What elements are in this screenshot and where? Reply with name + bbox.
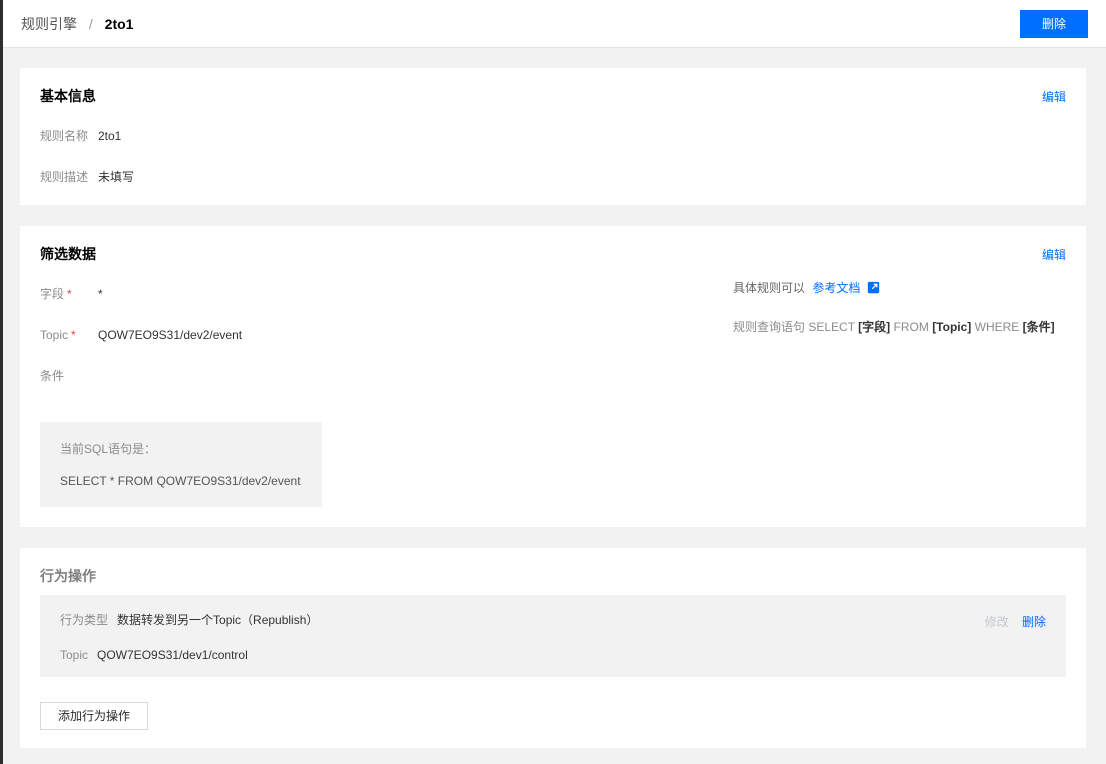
filter-data-card: 筛选数据 编辑 字段* * Topic* QOW7EO9S31/dev2/eve… bbox=[20, 226, 1086, 527]
rule-hint-column: 具体规则可以 参考文档 规则查询语句 SELECT [字段] FROM [Top… bbox=[733, 281, 1055, 334]
basic-info-edit-link[interactable]: 编辑 bbox=[1042, 88, 1066, 105]
action-type-value: 数据转发到另一个Topic（Republish） bbox=[117, 613, 318, 627]
current-sql-statement: SELECT * FROM QOW7EO9S31/dev2/event bbox=[60, 474, 302, 488]
breadcrumb: 规则引擎 / 2to1 bbox=[21, 15, 133, 33]
query-placeholder-topic: [Topic] bbox=[932, 320, 971, 334]
query-hint: 规则查询语句 SELECT [字段] FROM [Topic] WHERE [条… bbox=[733, 320, 1055, 334]
action-topic-label: Topic bbox=[60, 648, 88, 662]
topic-label: Topic* bbox=[40, 328, 98, 342]
current-sql-box: 当前SQL语句是： SELECT * FROM QOW7EO9S31/dev2/… bbox=[40, 422, 322, 507]
action-item: 行为类型 数据转发到另一个Topic（Republish） Topic QOW7… bbox=[40, 595, 1066, 677]
select-field-value: * bbox=[98, 287, 103, 301]
rule-desc-label: 规则描述 bbox=[40, 170, 98, 184]
action-item-links: 修改 删除 bbox=[975, 613, 1046, 630]
actions-title: 行为操作 bbox=[40, 568, 96, 584]
basic-info-card: 基本信息 编辑 规则名称 2to1 规则描述 未填写 bbox=[20, 68, 1086, 205]
doc-hint-prefix: 具体规则可以 bbox=[733, 281, 805, 295]
basic-info-title: 基本信息 bbox=[40, 88, 96, 104]
action-modify-link[interactable]: 修改 bbox=[985, 615, 1009, 629]
rule-name-value: 2to1 bbox=[98, 129, 121, 143]
rule-desc-row: 规则描述 未填写 bbox=[40, 170, 1066, 184]
filter-data-edit-link[interactable]: 编辑 bbox=[1042, 246, 1066, 263]
breadcrumb-rule-engine[interactable]: 规则引擎 bbox=[21, 16, 77, 32]
required-asterisk: * bbox=[67, 287, 72, 301]
query-keyword-where: WHERE bbox=[975, 320, 1020, 334]
rule-desc-value: 未填写 bbox=[98, 170, 134, 184]
breadcrumb-current-rule: 2to1 bbox=[105, 16, 134, 32]
condition-row: 条件 bbox=[40, 369, 1066, 383]
required-asterisk: * bbox=[71, 328, 76, 342]
query-placeholder-condition: [条件] bbox=[1023, 320, 1055, 334]
action-topic-value: QOW7EO9S31/dev1/control bbox=[97, 648, 248, 662]
add-action-button[interactable]: 添加行为操作 bbox=[40, 702, 148, 730]
rule-name-row: 规则名称 2to1 bbox=[40, 129, 1066, 143]
action-delete-link[interactable]: 删除 bbox=[1022, 615, 1046, 629]
action-type-label: 行为类型 bbox=[60, 613, 108, 627]
doc-reference-link[interactable]: 参考文档 bbox=[812, 281, 860, 295]
action-topic-row: Topic QOW7EO9S31/dev1/control bbox=[60, 648, 1046, 662]
external-link-icon[interactable] bbox=[867, 281, 880, 297]
rule-name-label: 规则名称 bbox=[40, 129, 98, 143]
doc-hint-line: 具体规则可以 参考文档 bbox=[733, 281, 1055, 297]
filter-data-title: 筛选数据 bbox=[40, 246, 96, 262]
delete-rule-button[interactable]: 删除 bbox=[1020, 10, 1088, 38]
query-keyword-from: FROM bbox=[894, 320, 929, 334]
query-placeholder-field: [字段] bbox=[858, 320, 890, 334]
current-sql-label: 当前SQL语句是： bbox=[60, 442, 302, 456]
action-type-row: 行为类型 数据转发到另一个Topic（Republish） bbox=[60, 613, 1046, 627]
actions-card: 行为操作 行为类型 数据转发到另一个Topic（Republish） Topic… bbox=[20, 548, 1086, 748]
sidebar-edge bbox=[0, 0, 3, 764]
select-field-label: 字段* bbox=[40, 287, 98, 301]
breadcrumb-separator: / bbox=[89, 16, 93, 32]
query-hint-prefix: 规则查询语句 bbox=[733, 320, 805, 334]
page-header: 规则引擎 / 2to1 删除 bbox=[0, 0, 1106, 48]
topic-value: QOW7EO9S31/dev2/event bbox=[98, 328, 242, 342]
query-keyword-select: SELECT bbox=[808, 320, 854, 334]
condition-label: 条件 bbox=[40, 369, 98, 383]
